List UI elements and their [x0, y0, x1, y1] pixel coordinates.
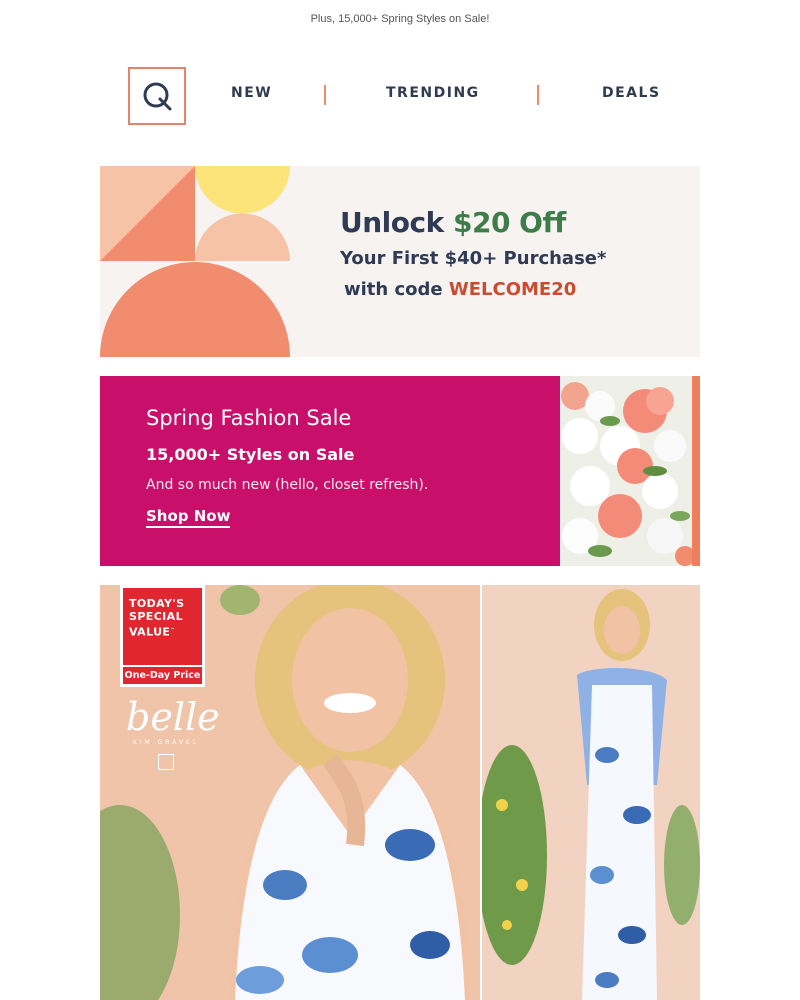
- qvc-q-logo-icon: [143, 82, 172, 111]
- belle-monogram-icon: [158, 754, 174, 770]
- home-logo-link[interactable]: [128, 67, 186, 125]
- welcome-offer-banner[interactable]: Unlock $20 Off Your First $40+ Purchase*…: [100, 166, 700, 357]
- sale-subtitle: 15,000+ Styles on Sale: [146, 445, 355, 464]
- spring-sale-banner[interactable]: Spring Fashion Sale 15,000+ Styles on Sa…: [100, 376, 700, 566]
- tsv-line-1: TODAY'S: [129, 597, 185, 610]
- tsv-line-3: VALUE™: [129, 623, 202, 639]
- tsv-line-3-text: VALUE: [129, 625, 171, 639]
- one-day-price-label: One-Day Price: [123, 667, 202, 684]
- sale-title: Spring Fashion Sale: [146, 406, 352, 430]
- tsv-line-2: SPECIAL: [129, 610, 183, 623]
- brand-designer: KIM GRAVEL: [132, 739, 200, 746]
- offer-headline: Unlock $20 Off: [340, 206, 680, 239]
- geometric-shapes-graphic: [100, 166, 290, 357]
- nav-separator: [324, 85, 326, 105]
- nav-link-new[interactable]: NEW: [231, 85, 272, 101]
- nav-link-trending[interactable]: TRENDING: [386, 85, 480, 101]
- offer-headline-prefix: Unlock: [340, 206, 453, 239]
- offer-code-prefix: with code: [344, 279, 449, 300]
- model-full-length-illustration: [482, 585, 700, 1000]
- offer-text: Unlock $20 Off Your First $40+ Purchase*…: [340, 206, 680, 300]
- trademark-symbol: ™: [170, 627, 175, 632]
- todays-special-value-badge: TODAY'S SPECIAL VALUE™ One-Day Price: [120, 585, 205, 687]
- offer-amount: $20 Off: [452, 206, 566, 239]
- offer-condition: Your First $40+ Purchase*: [340, 248, 607, 269]
- nav-link-deals[interactable]: DEALS: [602, 85, 661, 101]
- preheader-text: Plus, 15,000+ Spring Styles on Sale!: [310, 13, 490, 25]
- top-nav: NEW TRENDING DEALS: [128, 67, 672, 125]
- flower-bouquet-photo: [560, 376, 700, 566]
- nav-separator: [537, 85, 539, 105]
- shop-now-link[interactable]: Shop Now: [146, 507, 231, 528]
- promo-code: WELCOME20: [448, 279, 577, 300]
- brand-name: belle: [126, 695, 220, 739]
- todays-special-value-hero[interactable]: TODAY'S SPECIAL VALUE™ One-Day Price bel…: [100, 585, 700, 1000]
- offer-code-line: with code WELCOME20: [340, 279, 680, 300]
- model-full-length-photo: [482, 585, 700, 1000]
- accent-stripe: [692, 376, 700, 566]
- flower-bouquet-icon: [560, 376, 700, 566]
- belle-brand-logo: belle KIM GRAVEL: [126, 695, 220, 770]
- sale-description: And so much new (hello, closet refresh).: [146, 477, 429, 493]
- tsv-badge-title: TODAY'S SPECIAL VALUE™: [123, 588, 202, 665]
- sale-text: Spring Fashion Sale 15,000+ Styles on Sa…: [146, 406, 428, 528]
